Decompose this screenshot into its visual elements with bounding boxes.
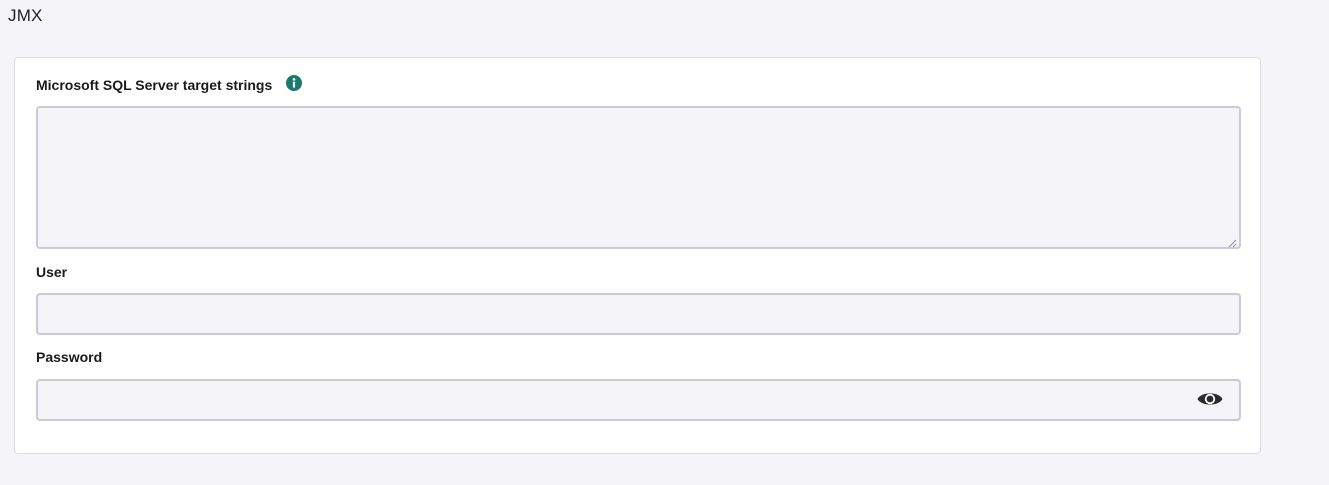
jmx-settings-panel: Microsoft SQL Server target strings User… — [14, 57, 1261, 454]
password-input[interactable] — [36, 379, 1241, 421]
target-strings-label-row: Microsoft SQL Server target strings — [36, 75, 303, 93]
eye-icon — [1196, 389, 1224, 414]
resize-grip-icon[interactable] — [1227, 235, 1237, 248]
section-title: JMX — [8, 6, 43, 25]
password-label: Password — [36, 349, 103, 365]
user-label: User — [36, 264, 68, 280]
user-input[interactable] — [36, 293, 1241, 335]
target-strings-label: Microsoft SQL Server target strings — [36, 77, 273, 93]
info-icon[interactable] — [286, 75, 303, 91]
target-strings-textarea[interactable] — [36, 106, 1241, 249]
show-password-button[interactable] — [1195, 388, 1225, 414]
